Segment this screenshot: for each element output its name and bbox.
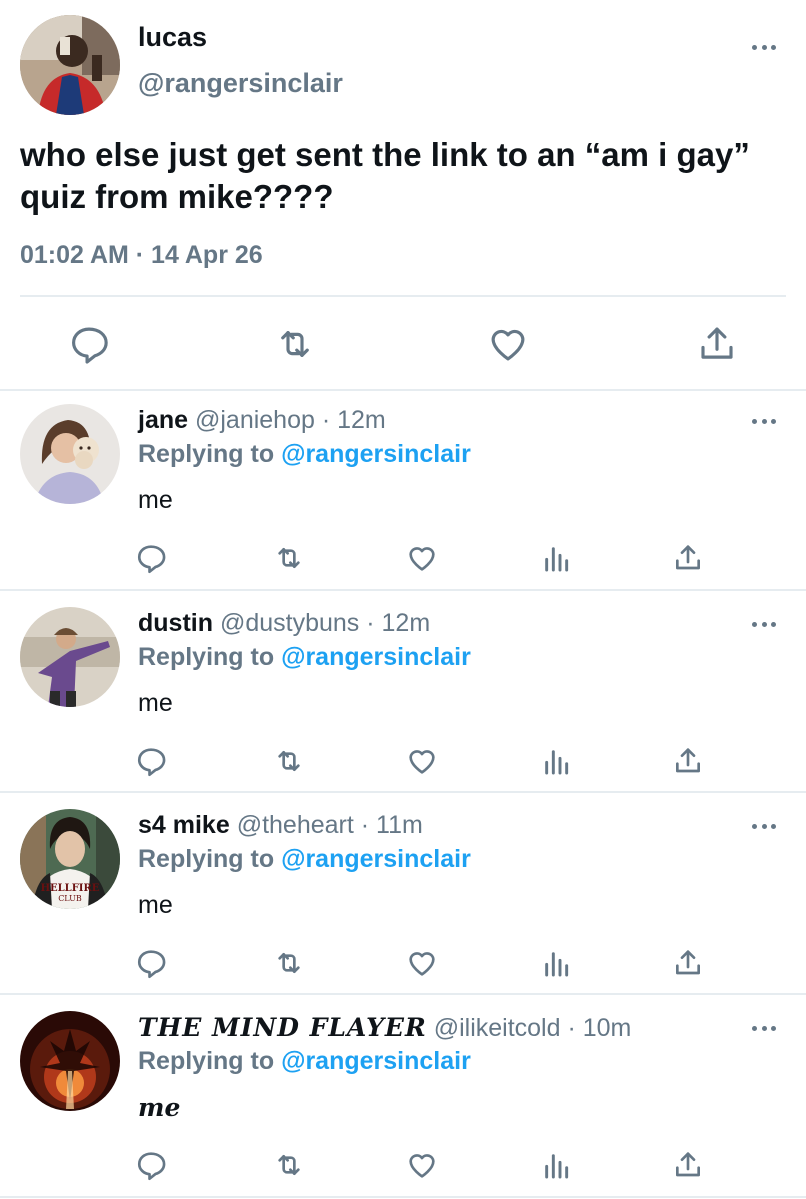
reply-tweet[interactable]: HELLFIRE CLUB s4 mike @theheart · 11m Re… [0, 797, 806, 1000]
like-icon[interactable] [487, 323, 529, 365]
divider [0, 791, 806, 793]
retweet-icon[interactable] [273, 1149, 305, 1181]
avatar[interactable] [20, 1011, 120, 1111]
share-icon[interactable] [696, 323, 738, 365]
display-name[interactable]: s4 mike [138, 811, 230, 839]
share-icon[interactable] [672, 542, 704, 574]
handle[interactable]: @ilikeitcold [434, 1014, 561, 1042]
tweet-text: who else just get sent the link to an “a… [20, 136, 750, 215]
replying-label: Replying to [138, 643, 275, 671]
replying-to: Replying to @rangersinclair [138, 643, 471, 672]
handle[interactable]: @rangersinclair [138, 68, 343, 99]
display-name[interactable]: jane [138, 406, 188, 434]
replying-label: Replying to [138, 845, 275, 873]
reply-icon[interactable] [68, 323, 110, 365]
like-icon[interactable] [406, 745, 438, 777]
main-tweet: lucas @rangersinclair who else just get … [0, 0, 806, 391]
retweet-icon[interactable] [273, 745, 305, 777]
reply-text: me [138, 689, 173, 717]
share-icon[interactable] [672, 947, 704, 979]
reply-tweet[interactable]: jane @janiehop · 12m Replying to @ranger… [0, 392, 806, 595]
handle[interactable]: @janiehop [195, 406, 315, 434]
replying-to: Replying to @rangersinclair [138, 1047, 471, 1076]
like-icon[interactable] [406, 542, 438, 574]
reply-icon[interactable] [135, 745, 167, 777]
analytics-icon[interactable] [540, 1149, 572, 1181]
timestamp[interactable]: · 12m [315, 406, 386, 434]
replying-to-link[interactable]: @rangersinclair [281, 845, 471, 873]
divider [0, 589, 806, 591]
timestamp[interactable]: · 10m [561, 1014, 631, 1042]
like-icon[interactable] [406, 1149, 438, 1181]
analytics-icon[interactable] [540, 947, 572, 979]
analytics-icon[interactable] [540, 745, 572, 777]
more-icon[interactable] [752, 619, 776, 629]
analytics-icon[interactable] [540, 542, 572, 574]
hellfire-club-lettering: HELLFIRE [41, 883, 100, 894]
display-name[interactable]: dustin [138, 609, 213, 637]
avatar[interactable]: HELLFIRE CLUB [20, 809, 120, 909]
divider [0, 389, 806, 391]
reply-tweet[interactable]: THE MIND FLAYER @ilikeitcold · 10m Reply… [0, 999, 806, 1199]
replying-to-link[interactable]: @rangersinclair [281, 440, 471, 468]
reply-icon[interactable] [135, 542, 167, 574]
display-name[interactable]: lucas [138, 22, 207, 53]
reply-header: s4 mike @theheart · 11m [138, 811, 423, 840]
reply-header: dustin @dustybuns · 12m [138, 609, 430, 638]
replying-to: Replying to @rangersinclair [138, 440, 471, 469]
divider [0, 993, 806, 995]
reply-header: THE MIND FLAYER @ilikeitcold · 10m [138, 1013, 631, 1043]
replying-to-link[interactable]: @rangersinclair [281, 1047, 471, 1075]
avatar[interactable] [20, 15, 120, 115]
like-icon[interactable] [406, 947, 438, 979]
reply-icon[interactable] [135, 1149, 167, 1181]
reply-tweet[interactable]: dustin @dustybuns · 12m Replying to @ran… [0, 595, 806, 798]
more-icon[interactable] [752, 42, 776, 52]
reply-text: me [138, 486, 173, 514]
more-icon[interactable] [752, 1023, 776, 1033]
avatar[interactable] [20, 607, 120, 707]
divider [20, 295, 786, 297]
replying-to-link[interactable]: @rangersinclair [281, 643, 471, 671]
reply-icon[interactable] [135, 947, 167, 979]
replying-label: Replying to [138, 440, 275, 468]
more-icon[interactable] [752, 416, 776, 426]
retweet-icon[interactable] [274, 323, 316, 365]
timestamp[interactable]: · 11m [354, 811, 423, 839]
reply-header: jane @janiehop · 12m [138, 406, 386, 435]
display-name[interactable]: THE MIND FLAYER [138, 1013, 427, 1042]
replying-to: Replying to @rangersinclair [138, 845, 471, 874]
retweet-icon[interactable] [273, 947, 305, 979]
timestamp[interactable]: · 12m [359, 609, 430, 637]
handle[interactable]: @dustybuns [220, 609, 359, 637]
avatar[interactable] [20, 404, 120, 504]
tweet-timestamp[interactable]: 01:02 AM · 14 Apr 26 [20, 241, 263, 270]
divider [0, 1196, 806, 1198]
share-icon[interactable] [672, 745, 704, 777]
reply-text: me [138, 891, 173, 919]
reply-text: me [138, 1093, 181, 1122]
more-icon[interactable] [752, 821, 776, 831]
share-icon[interactable] [672, 1149, 704, 1181]
handle[interactable]: @theheart [237, 811, 354, 839]
replying-label: Replying to [138, 1047, 275, 1075]
hellfire-club-lettering: CLUB [58, 894, 82, 903]
retweet-icon[interactable] [273, 542, 305, 574]
